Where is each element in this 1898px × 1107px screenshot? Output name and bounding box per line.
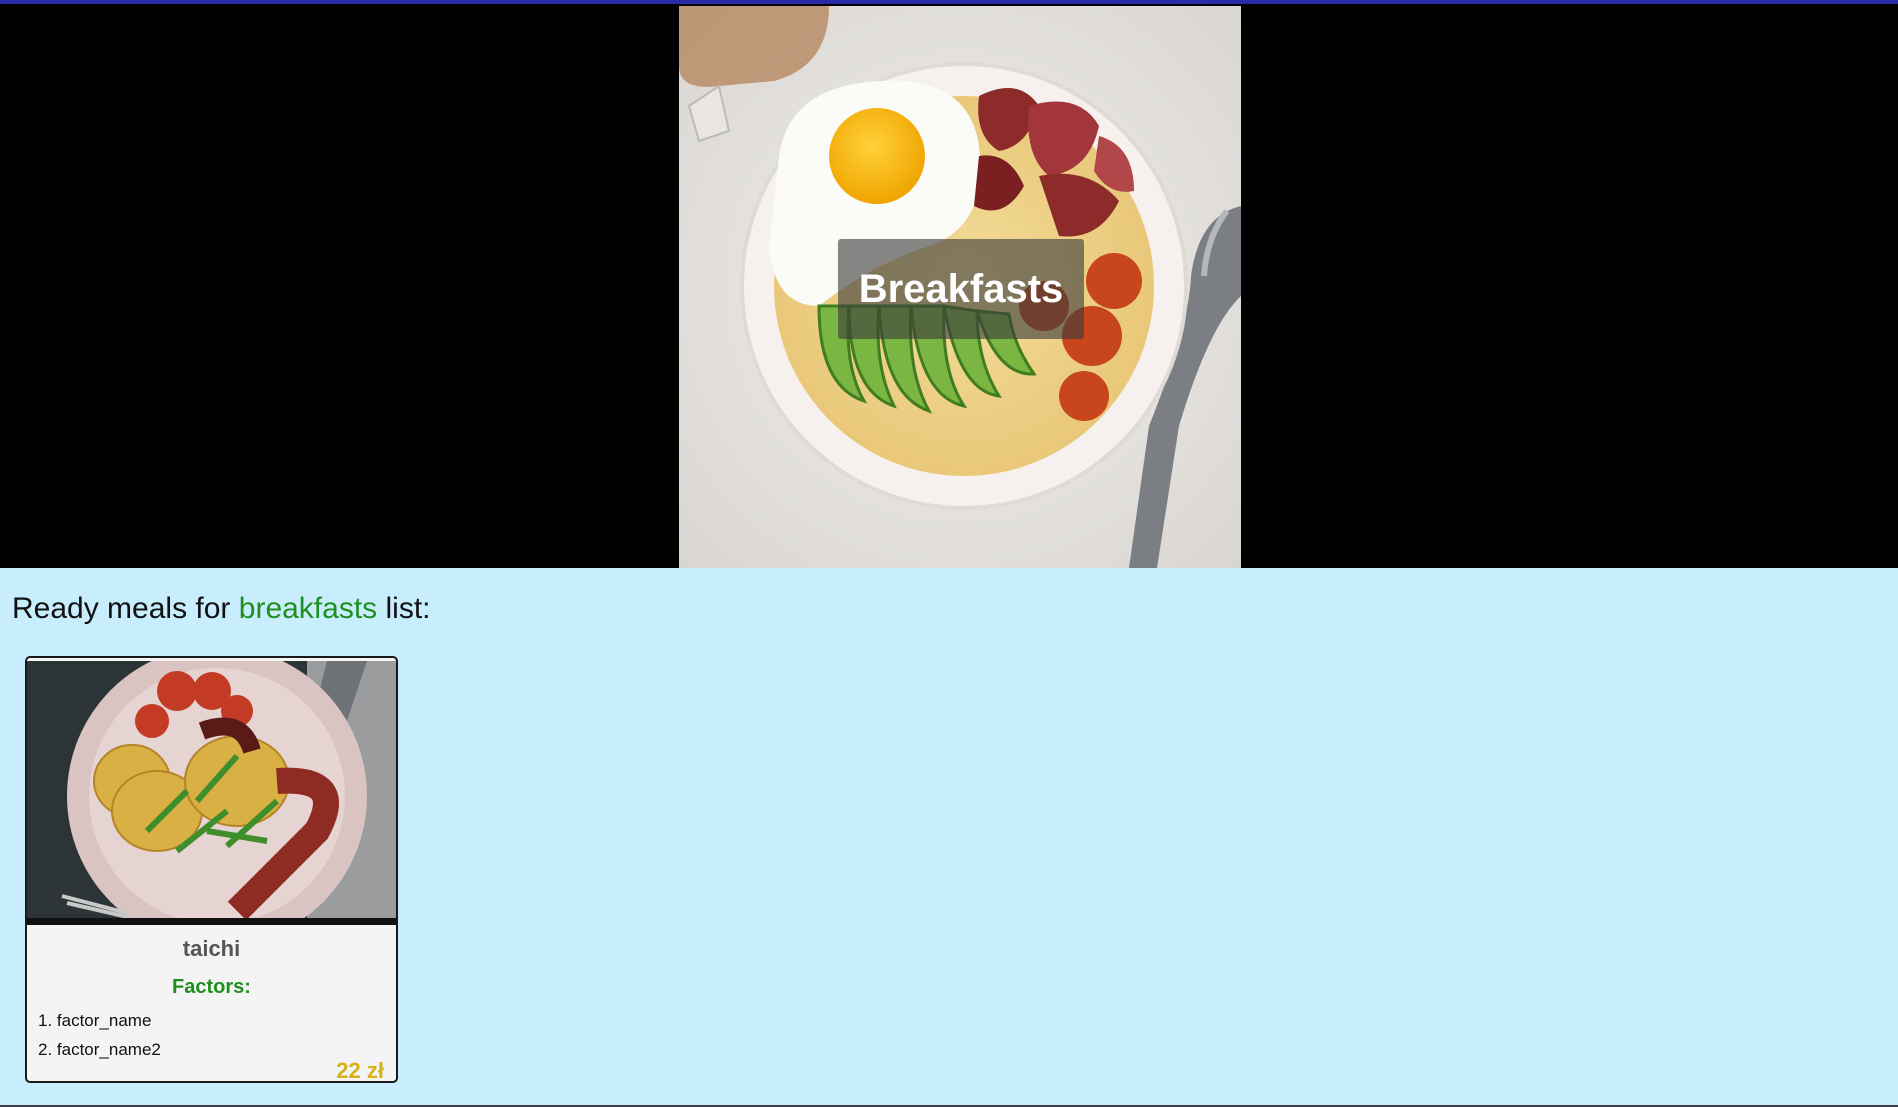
- heading-category: breakfasts: [238, 592, 378, 625]
- card-image-divider: [27, 918, 396, 925]
- meal-price: 22 zł: [336, 1058, 384, 1083]
- heading-suffix: list:: [377, 592, 431, 625]
- factors-label: Factors:: [172, 976, 251, 998]
- meal-card[interactable]: taichi Factors: 1. factor_name 2. factor…: [25, 656, 398, 1083]
- category-hero: Breakfasts: [0, 4, 1898, 568]
- heading-prefix: Ready meals for: [12, 592, 239, 625]
- meal-name[interactable]: taichi: [27, 936, 396, 962]
- meal-card-image[interactable]: [27, 661, 396, 918]
- factor-item: 1. factor_name: [38, 1011, 152, 1030]
- factor-item: 2. factor_name2: [38, 1040, 161, 1059]
- ready-meals-heading: Ready meals for breakfasts list:: [12, 592, 431, 626]
- factor-list: 1. factor_name 2. factor_name2: [38, 1006, 161, 1064]
- pancakes-bacon-tomatoes-illustration: [27, 661, 396, 918]
- ready-meals-section: Ready meals for breakfasts list: taichi …: [0, 568, 1898, 1105]
- hero-title: Breakfasts: [838, 239, 1084, 339]
